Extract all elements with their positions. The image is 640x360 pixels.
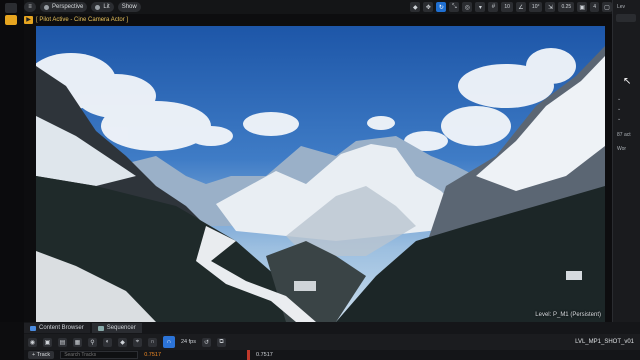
link-icon[interactable]: ⧉ bbox=[216, 337, 226, 347]
playhead-time: 0.7517 bbox=[256, 352, 273, 358]
viewport-toolbar: ≡ Perspective Lit Show ◆ ✥ ↻ ⤡ ◎ ▾ # 10 … bbox=[24, 0, 612, 14]
surface-snap-icon[interactable]: ▾ bbox=[475, 2, 486, 12]
coord-space-icon[interactable]: ◎ bbox=[462, 2, 473, 12]
clouds bbox=[36, 48, 576, 151]
grid-size-value[interactable]: 10 bbox=[501, 2, 513, 12]
show-button[interactable]: Show bbox=[117, 2, 141, 12]
sequencer-toolbar: ◉ ▣ ▤ ▦ ⚲ ◐ ◆ ⌖ ∩ ∩ 24 fps ↺ ⧉ LVL_MP1_S… bbox=[24, 334, 640, 350]
playhead[interactable] bbox=[247, 350, 251, 360]
scale-snap-icon[interactable]: ⇲ bbox=[545, 2, 556, 12]
filter-icon[interactable]: ⚲ bbox=[88, 337, 97, 347]
world-settings-label[interactable]: Wor bbox=[617, 146, 626, 152]
frame-rate[interactable]: 24 fps bbox=[181, 339, 196, 345]
level-label: Level: P_M1 (Persistent) bbox=[535, 312, 601, 318]
lit-button[interactable]: Lit bbox=[91, 2, 114, 12]
current-time[interactable]: 0.7517 bbox=[144, 352, 161, 358]
film-icon[interactable]: ▤ bbox=[58, 337, 67, 347]
maximize-icon[interactable]: ▢ bbox=[602, 2, 612, 12]
collapse-icon[interactable]: ⌄ bbox=[617, 96, 621, 102]
outliner-header: Lev bbox=[617, 4, 626, 10]
scale-size-value[interactable]: 0.25 bbox=[558, 2, 575, 12]
level-viewport[interactable]: Level: P_M1 (Persistent) bbox=[36, 26, 605, 322]
snap-icon[interactable]: ⌖ bbox=[133, 337, 142, 347]
eye-icon[interactable]: ◐ bbox=[103, 337, 112, 347]
sequencer-snap-icon[interactable]: ∩ bbox=[163, 336, 175, 348]
rotate-icon[interactable]: ↻ bbox=[436, 2, 447, 12]
pilot-label: [ Pilot Active - Cine Camera Actor ] bbox=[36, 16, 129, 23]
scale-icon[interactable]: ⤡ bbox=[449, 2, 460, 12]
magnet-icon[interactable]: ∩ bbox=[148, 337, 157, 347]
select-icon[interactable]: ◆ bbox=[410, 2, 421, 12]
actor-count: 87 act bbox=[617, 132, 631, 138]
loop-icon[interactable]: ↺ bbox=[201, 337, 211, 347]
transform-tools: ◆ ✥ ↻ ⤡ ◎ ▾ # 10 ∠ 10° ⇲ 0.25 ▣ 4 ▢ bbox=[410, 2, 612, 12]
sequencer-icon bbox=[97, 325, 104, 331]
perspective-icon bbox=[44, 4, 49, 10]
grid-snap-icon[interactable]: # bbox=[488, 2, 499, 12]
save-icon[interactable]: ▣ bbox=[43, 337, 52, 347]
mouse-cursor-icon: ↖ bbox=[623, 76, 632, 87]
angle-size-value[interactable]: 10° bbox=[528, 2, 543, 12]
mountain-scene bbox=[36, 46, 605, 322]
pilot-camera-icon[interactable] bbox=[5, 15, 17, 25]
perspective-button[interactable]: Perspective bbox=[40, 2, 88, 12]
sequencer-track-row: + Track 0.7517 0.7517 bbox=[24, 350, 640, 360]
camera-speed-value[interactable]: 4 bbox=[590, 2, 599, 12]
bottom-tab-bar: Content Browser Sequencer bbox=[24, 322, 640, 334]
translate-icon[interactable]: ✥ bbox=[423, 2, 434, 12]
world-icon[interactable]: ◉ bbox=[28, 337, 37, 347]
add-track-button[interactable]: + Track bbox=[28, 351, 55, 359]
search-tracks-input[interactable] bbox=[60, 351, 139, 359]
collapse-icon-2[interactable]: ⌄ bbox=[617, 106, 621, 112]
camera-icon[interactable]: ▶ bbox=[24, 15, 33, 24]
key-icon[interactable]: ◆ bbox=[118, 337, 127, 347]
outliner-visibility-icon[interactable] bbox=[616, 14, 636, 22]
shot-name: LVL_MP1_SHOT_v01 bbox=[575, 339, 634, 345]
tab-content-browser[interactable]: Content Browser bbox=[24, 323, 90, 333]
folder-icon bbox=[30, 325, 36, 331]
camera-speed-icon[interactable]: ▣ bbox=[577, 2, 588, 12]
render-icon[interactable]: ▦ bbox=[73, 337, 82, 347]
tab-sequencer[interactable]: Sequencer bbox=[91, 323, 142, 333]
viewport-options-button[interactable]: ≡ bbox=[24, 2, 36, 12]
left-toolbar-strip bbox=[0, 0, 24, 322]
lit-icon bbox=[95, 4, 101, 10]
outliner-panel: Lev ↖ ⌄ ⌄ ⌄ 87 act Wor bbox=[612, 0, 640, 322]
hamburger-icon: ≡ bbox=[28, 4, 32, 10]
angle-snap-icon[interactable]: ∠ bbox=[515, 2, 526, 12]
collapse-icon-3[interactable]: ⌄ bbox=[617, 116, 621, 122]
menu-icon[interactable] bbox=[5, 3, 17, 13]
pilot-indicator: ▶ [ Pilot Active - Cine Camera Actor ] bbox=[24, 14, 128, 25]
